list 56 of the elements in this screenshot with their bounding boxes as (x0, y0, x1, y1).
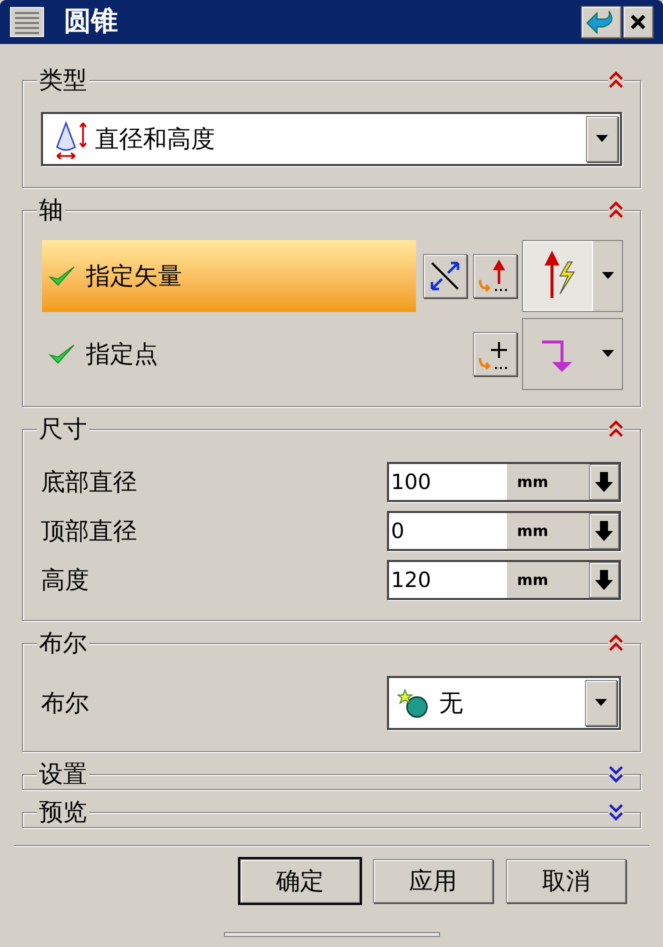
dropdown-value: 无 (439, 688, 464, 719)
reverse-direction-button[interactable] (423, 254, 467, 298)
dialog-button[interactable]: 取消 (506, 859, 626, 903)
dimension-field[interactable]: 100 mm (387, 462, 621, 502)
type-dropdown[interactable]: 直径和高度 (41, 112, 622, 166)
unit-label: mm (516, 472, 550, 493)
section-title: 设置 (39, 760, 87, 788)
dimension-label: 底部直径 (41, 467, 138, 498)
close-button[interactable] (623, 6, 653, 38)
spinner-button[interactable] (589, 562, 619, 598)
caret-icon (596, 135, 608, 143)
section-title: 预览 (39, 798, 87, 826)
section-title: 类型 (39, 66, 87, 94)
row-label: 指定矢量 (86, 261, 182, 292)
dimension-field[interactable]: 120 mm (387, 560, 621, 600)
dimension-field[interactable]: 0 mm (387, 511, 621, 551)
section-title: 轴 (39, 196, 63, 224)
caret-icon (595, 699, 607, 707)
dialog-button[interactable]: 确定 (240, 859, 360, 903)
vector-type-selector[interactable] (522, 240, 623, 312)
expand-icon[interactable] (608, 765, 624, 783)
spinner-button[interactable] (589, 464, 619, 500)
axis-selection-row[interactable]: 指定点 (42, 318, 416, 390)
dimension-label: 高度 (41, 565, 90, 596)
return-button[interactable] (581, 6, 621, 38)
resize-grip[interactable] (224, 932, 440, 937)
vector-dialog-button[interactable] (473, 254, 517, 298)
collapse-icon[interactable] (608, 201, 624, 219)
window-title: 圆锥 (64, 4, 119, 39)
menu-icon[interactable] (10, 7, 44, 37)
down-arrow-icon (594, 568, 614, 592)
section-title: 布尔 (39, 629, 87, 657)
close-icon (629, 13, 647, 31)
collapse-icon[interactable] (608, 634, 624, 652)
boolean-label: 布尔 (41, 688, 90, 719)
down-arrow-icon (594, 470, 614, 494)
down-arrow-icon (594, 519, 614, 543)
point-dialog-button[interactable] (473, 332, 517, 376)
field-value: 0 (391, 520, 404, 542)
unit-label: mm (516, 520, 550, 542)
dialog-button[interactable]: 应用 (373, 859, 493, 903)
field-value: 120 (391, 570, 432, 590)
collapse-icon[interactable] (608, 420, 624, 438)
reverse-icon (428, 259, 462, 293)
unit-label: mm (516, 570, 550, 591)
spinner-button[interactable] (589, 513, 619, 549)
cone-icon (53, 119, 89, 159)
collapse-icon[interactable] (608, 71, 624, 89)
section-title: 尺寸 (39, 415, 87, 443)
dimension-label: 顶部直径 (41, 516, 138, 547)
boolean-dropdown[interactable]: 无 (387, 676, 621, 730)
row-label: 指定点 (86, 339, 158, 370)
expand-icon[interactable] (608, 803, 624, 821)
axis-selection-row[interactable]: 指定矢量 (42, 240, 416, 312)
dropdown-value: 直径和高度 (95, 124, 216, 155)
field-value: 100 (391, 472, 432, 492)
